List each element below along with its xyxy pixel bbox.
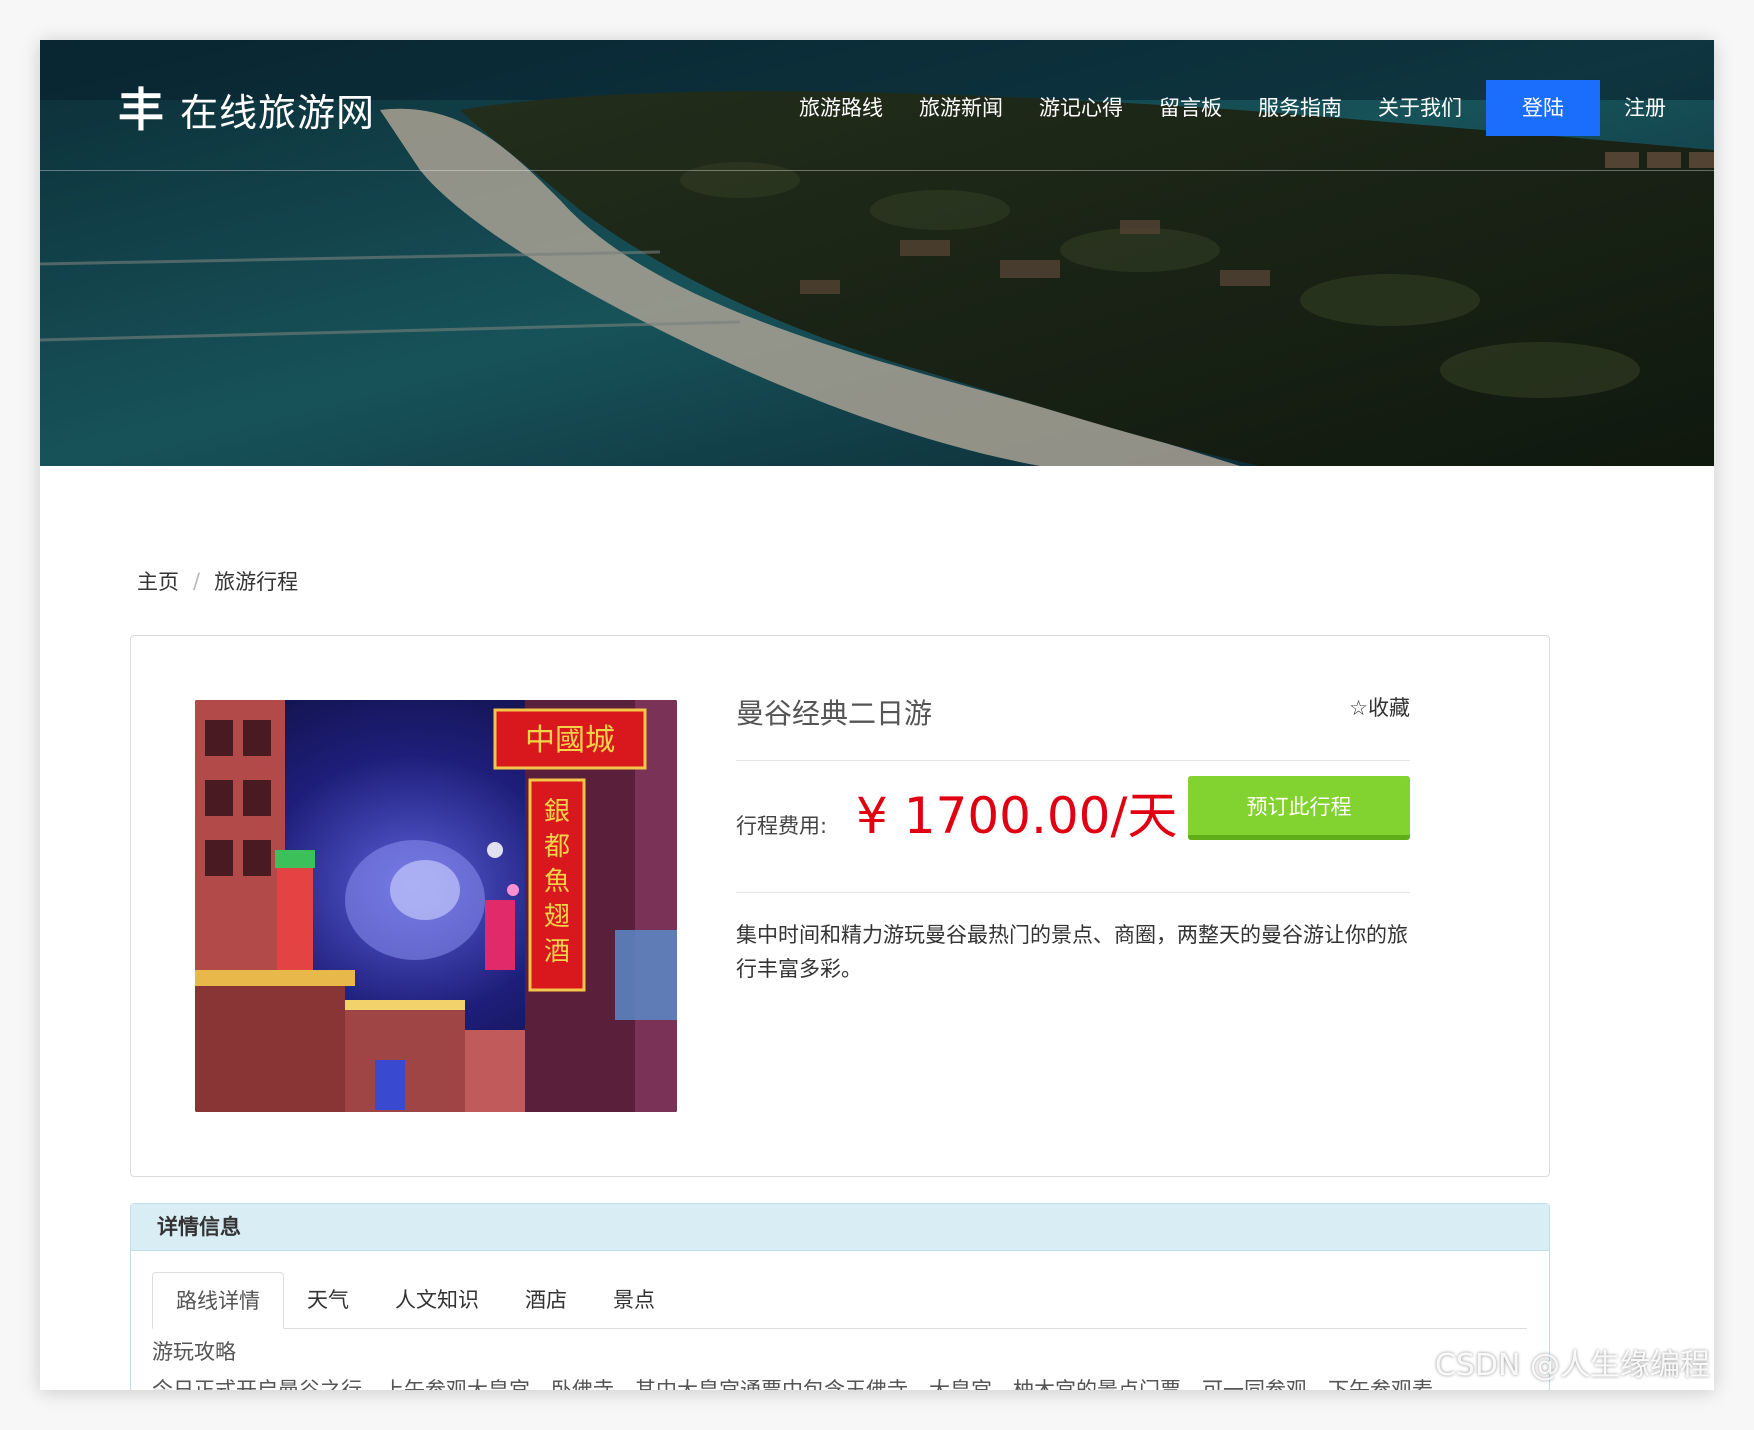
trip-card: 銀 都 魚 翅 酒 中國城 曼谷经典二日游 ☆收藏 行程费用: ¥ 1700.0… [130,635,1550,1177]
watermark: CSDN @人生缘编程 [1434,1348,1710,1383]
details-panel-header: 详情信息 [131,1204,1549,1251]
tab-culture[interactable]: 人文知识 [372,1272,502,1328]
trip-title: 曼谷经典二日游 [736,697,933,730]
info-divider-bottom [736,892,1410,893]
breadcrumb-separator: / [193,569,201,593]
login-button[interactable]: 登陆 [1486,80,1600,136]
nav-item-travel-notes[interactable]: 游记心得 [1021,80,1141,136]
guide-section-text: 今日正式开启曼谷之行，上午参观大皇宫、卧佛寺，其中大皇宫通票中包含玉佛寺、大皇宫… [152,1378,1433,1390]
nav-item-news[interactable]: 旅游新闻 [901,80,1021,136]
book-trip-button[interactable]: 预订此行程 [1188,776,1410,840]
header-divider [40,170,1714,171]
hero-banner: 丰 在线旅游网 旅游路线 旅游新闻 游记心得 留言板 服务指南 关于我们 登陆 … [40,40,1714,466]
breadcrumb-current: 旅游行程 [214,570,299,594]
browser-viewport: 丰 在线旅游网 旅游路线 旅游新闻 游记心得 留言板 服务指南 关于我们 登陆 … [40,40,1714,1390]
site-name: 在线旅游网 [180,91,376,135]
trip-description: 集中时间和精力游玩曼谷最热门的景点、商圈，两整天的曼谷游让你的旅行丰富多彩。 [736,923,1408,981]
svg-text:翅: 翅 [544,902,570,932]
nav-item-routes[interactable]: 旅游路线 [781,80,901,136]
trip-photo: 銀 都 魚 翅 酒 中國城 [195,700,677,1112]
tab-attractions[interactable]: 景点 [590,1272,678,1328]
breadcrumb-home[interactable]: 主页 [137,566,179,596]
price-row: 行程费用: ¥ 1700.00/天 预订此行程 [736,776,1410,846]
svg-text:魚: 魚 [544,867,570,897]
details-panel: 详情信息 路线详情 天气 人文知识 酒店 景点 游玩攻略 今日正式开启曼谷之行，… [130,1203,1550,1390]
svg-text:都: 都 [544,832,570,862]
tab-route-details[interactable]: 路线详情 [152,1272,284,1329]
tab-weather[interactable]: 天气 [284,1272,372,1328]
main-nav: 旅游路线 旅游新闻 游记心得 留言板 服务指南 关于我们 登陆 注册 [781,80,1684,136]
details-tabs: 路线详情 天气 人文知识 酒店 景点 [152,1272,1527,1329]
svg-text:銀: 銀 [544,797,570,827]
guide-section-title: 游玩攻略 [152,1340,236,1364]
nav-item-message-board[interactable]: 留言板 [1141,80,1240,136]
logo-icon: 丰 [118,82,164,137]
price-label: 行程费用: [736,814,828,838]
svg-text:酒: 酒 [544,937,570,967]
breadcrumb: 主页 / 旅游行程 [137,566,298,596]
info-divider-top [736,760,1410,761]
price-value: ¥ 1700.00/天 [856,787,1178,845]
site-logo[interactable]: 丰 在线旅游网 [118,82,375,137]
nav-item-about[interactable]: 关于我们 [1360,80,1480,136]
register-link[interactable]: 注册 [1606,80,1684,136]
svg-text:中國城: 中國城 [525,723,615,758]
favorite-button[interactable]: ☆收藏 [1349,692,1410,722]
tab-hotels[interactable]: 酒店 [502,1272,590,1328]
nav-item-service-guide[interactable]: 服务指南 [1240,80,1360,136]
